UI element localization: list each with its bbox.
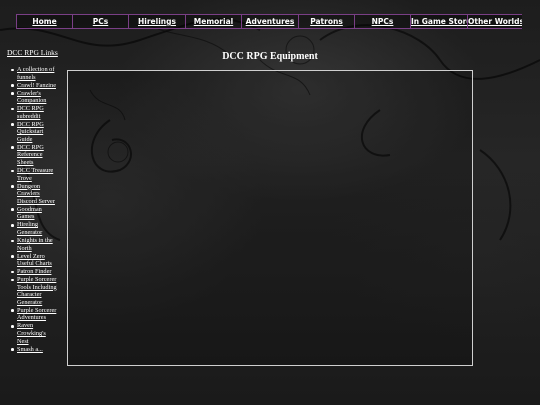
nav-memorial[interactable]: Memorial [186,15,242,28]
sidebar-link-crawlers-companion[interactable]: Crawler's Companion [11,90,57,105]
sidebar-link-level-zero-charts[interactable]: Level Zero Useful Charts [11,253,57,268]
sidebar-link-smash[interactable]: Smash a... [11,346,57,354]
sidebar-link-patron-finder[interactable]: Patron Finder [11,268,57,276]
sidebar-link-discord[interactable]: Dungeon Crawlers Discord Server [11,183,57,206]
sidebar-title-link[interactable]: DCC RPG Links [7,48,61,57]
sidebar-link-raven-crowking[interactable]: Raven Crowking's Nest [11,322,57,345]
sidebar-link-hireling-generator[interactable]: Hireling Generator [11,221,57,236]
nav-adventures[interactable]: Adventures [242,15,299,28]
sidebar-link-goodman-games[interactable]: Goodman Games [11,206,57,221]
content-frame [67,70,473,366]
nav-patrons[interactable]: Patrons [299,15,355,28]
nav-home[interactable]: Home [16,15,73,28]
sidebar-link-quickstart[interactable]: DCC RPG Quickstart Guide [11,121,57,144]
sidebar-link-purple-sorcerer-tools[interactable]: Purple Sorcerer Tools Including Characte… [11,276,57,306]
sidebar: DCC RPG Links A collection of funnels Cr… [7,48,61,354]
sidebar-link-subreddit[interactable]: DCC RPG subreddit [11,105,57,120]
sidebar-link-crawl-fanzine[interactable]: Crawl! Fanzine [11,82,57,90]
nav-other-worlds[interactable]: Other Worlds [468,15,522,28]
page-title: DCC RPG Equipment [222,51,318,62]
sidebar-link-list: A collection of funnels Crawl! Fanzine C… [7,66,61,353]
nav-pcs[interactable]: PCs [73,15,129,28]
nav-npcs[interactable]: NPCs [355,15,411,28]
sidebar-link-funnels[interactable]: A collection of funnels [11,66,57,81]
sidebar-link-reference-sheets[interactable]: DCC RPG Reference Sheets [11,144,57,167]
nav-hirelings[interactable]: Hirelings [129,15,186,28]
main-nav: Home PCs Hirelings Memorial Adventures P… [16,14,522,29]
nav-in-game-store[interactable]: In Game Store [411,15,468,28]
sidebar-link-purple-sorcerer-adventures[interactable]: Purple Sorcerer Adventures [11,307,57,322]
sidebar-link-treasure-trove[interactable]: DCC Treasure Trove [11,167,57,182]
sidebar-link-knights-north[interactable]: Knights in the North [11,237,57,252]
